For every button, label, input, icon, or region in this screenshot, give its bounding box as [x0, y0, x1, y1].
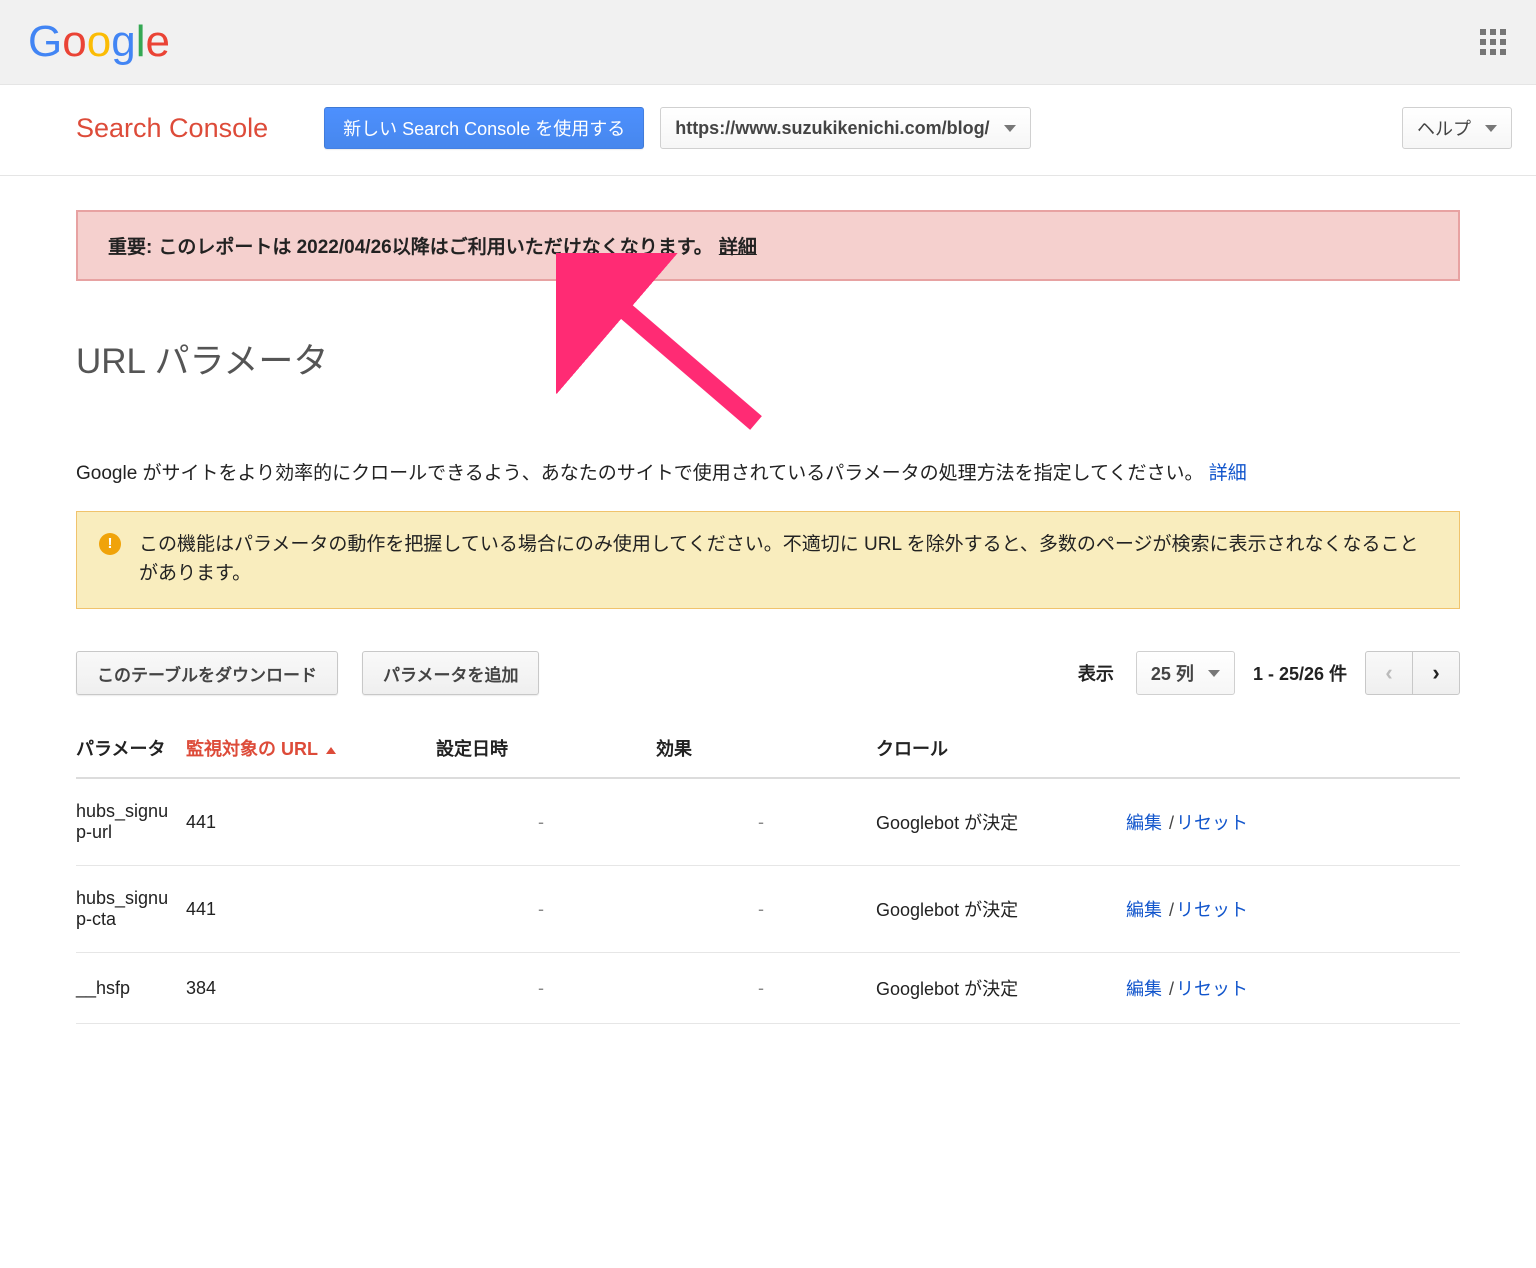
google-logo[interactable]: Google — [28, 17, 170, 67]
use-new-console-button[interactable]: 新しい Search Console を使用する — [324, 107, 644, 149]
cell-effect: - — [656, 778, 876, 866]
property-url-value: https://www.suzukikenichi.com/blog/ — [675, 118, 989, 139]
cell-crawl: Googlebot が決定 — [876, 866, 1126, 953]
cell-parameter: hubs_signup-cta — [76, 866, 186, 953]
cell-date: - — [436, 778, 656, 866]
chevron-down-icon — [1004, 125, 1016, 132]
chevron-left-icon: ‹ — [1385, 660, 1392, 686]
google-apps-icon[interactable] — [1474, 23, 1512, 61]
col-header-actions — [1126, 721, 1460, 778]
banner-details-link[interactable]: 詳細 — [719, 232, 757, 259]
property-selector[interactable]: https://www.suzukikenichi.com/blog/ — [660, 107, 1030, 149]
cell-parameter: hubs_signup-url — [76, 778, 186, 866]
page-description-details-link[interactable]: 詳細 — [1209, 463, 1247, 484]
product-title: Search Console — [76, 113, 268, 144]
table-toolbar: このテーブルをダウンロード パラメータを追加 表示 25 列 1 - 25/26… — [76, 651, 1460, 695]
edit-link[interactable]: 編集 — [1126, 900, 1162, 920]
edit-link[interactable]: 編集 — [1126, 979, 1162, 999]
table-row: __hsfp384--Googlebot が決定編集 /リセット — [76, 953, 1460, 1024]
table-row: hubs_signup-url441--Googlebot が決定編集 /リセッ… — [76, 778, 1460, 866]
cell-url-count: 441 — [186, 866, 436, 953]
cell-crawl: Googlebot が決定 — [876, 778, 1126, 866]
col-header-effect[interactable]: 効果 — [656, 721, 876, 778]
prev-page-button[interactable]: ‹ — [1365, 651, 1413, 695]
edit-link[interactable]: 編集 — [1126, 813, 1162, 833]
next-page-button[interactable]: › — [1412, 651, 1460, 695]
rows-label: 表示 — [1078, 660, 1114, 686]
chevron-down-icon — [1485, 125, 1497, 132]
rows-select-value: 25 列 — [1151, 660, 1194, 686]
chevron-down-icon — [1208, 670, 1220, 677]
banner-prefix: 重要: — [108, 232, 152, 259]
reset-link[interactable]: リセット — [1176, 900, 1248, 920]
col-header-url-label: 監視対象の URL — [186, 739, 318, 759]
cell-crawl: Googlebot が決定 — [876, 953, 1126, 1024]
cell-effect: - — [656, 953, 876, 1024]
reset-link[interactable]: リセット — [1176, 813, 1248, 833]
add-parameter-button[interactable]: パラメータを追加 — [362, 651, 540, 695]
table-row: hubs_signup-cta441--Googlebot が決定編集 /リセッ… — [76, 866, 1460, 953]
page-description: Google がサイトをより効率的にクロールできるよう、あなたのサイトで使用され… — [76, 460, 1460, 489]
global-header: Google — [0, 0, 1536, 85]
cell-actions: 編集 /リセット — [1126, 866, 1460, 953]
parameters-table: パラメータ 監視対象の URL 設定日時 効果 クロール hubs_signup… — [76, 721, 1460, 1024]
col-header-monitored-urls[interactable]: 監視対象の URL — [186, 721, 436, 778]
col-header-crawl[interactable]: クロール — [876, 721, 1126, 778]
main-content: 重要: このレポートは 2022/04/26以降はご利用いただけなくなります。 … — [0, 176, 1536, 1064]
col-header-date[interactable]: 設定日時 — [436, 721, 656, 778]
cell-date: - — [436, 953, 656, 1024]
warning-icon: ! — [99, 533, 121, 555]
page-description-text: Google がサイトをより効率的にクロールできるよう、あなたのサイトで使用され… — [76, 463, 1204, 484]
download-table-button[interactable]: このテーブルをダウンロード — [76, 651, 338, 695]
cell-effect: - — [656, 866, 876, 953]
cell-parameter: __hsfp — [76, 953, 186, 1024]
caution-banner: ! この機能はパラメータの動作を把握している場合にのみ使用してください。不適切に… — [76, 511, 1460, 610]
help-label: ヘルプ — [1417, 115, 1471, 141]
cell-url-count: 384 — [186, 953, 436, 1024]
caution-text: この機能はパラメータの動作を把握している場合にのみ使用してください。不適切に U… — [139, 530, 1437, 589]
cell-date: - — [436, 866, 656, 953]
cell-actions: 編集 /リセット — [1126, 778, 1460, 866]
deprecation-banner: 重要: このレポートは 2022/04/26以降はご利用いただけなくなります。 … — [76, 210, 1460, 281]
page-title: URL パラメータ — [76, 333, 1460, 384]
cell-url-count: 441 — [186, 778, 436, 866]
product-header: Search Console 新しい Search Console を使用する … — [0, 85, 1536, 176]
pagination-range: 1 - 25/26 件 — [1253, 660, 1347, 686]
chevron-right-icon: › — [1432, 660, 1439, 686]
banner-text: このレポートは 2022/04/26以降はご利用いただけなくなります。 — [158, 232, 712, 259]
help-dropdown[interactable]: ヘルプ — [1402, 107, 1512, 149]
pager: ‹ › — [1365, 651, 1460, 695]
rows-per-page-select[interactable]: 25 列 — [1136, 651, 1235, 695]
cell-actions: 編集 /リセット — [1126, 953, 1460, 1024]
reset-link[interactable]: リセット — [1176, 979, 1248, 999]
col-header-parameter[interactable]: パラメータ — [76, 721, 186, 778]
sort-asc-icon — [326, 747, 336, 754]
